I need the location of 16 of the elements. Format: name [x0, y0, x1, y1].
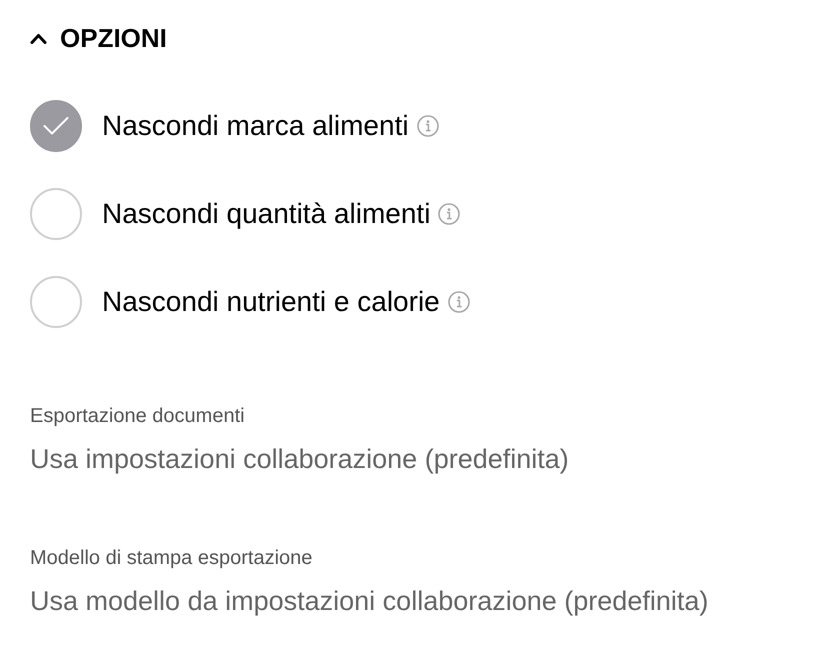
checkbox[interactable]	[30, 188, 82, 240]
option-label: Nascondi quantità alimenti	[102, 198, 430, 230]
checkbox[interactable]	[30, 100, 82, 152]
checkbox[interactable]	[30, 276, 82, 328]
section-toggle[interactable]: OPZIONI	[30, 23, 167, 53]
setting-select[interactable]: Usa impostazioni collaborazione (predefinita)	[30, 443, 569, 475]
option-label: Nascondi marca alimenti	[102, 110, 409, 142]
checkmark-icon	[43, 116, 69, 136]
info-icon[interactable]	[438, 203, 460, 225]
info-icon[interactable]	[448, 291, 470, 313]
setting-label: Esportazione documenti	[30, 404, 245, 428]
option-label: Nascondi nutrienti e calorie	[102, 286, 440, 318]
caret-icon	[30, 32, 47, 44]
setting-select[interactable]: Usa modello da impostazioni collaborazione (predefinita)	[30, 585, 708, 617]
setting-label: Modello di stampa esportazione	[30, 546, 312, 570]
info-icon[interactable]	[416, 115, 439, 137]
